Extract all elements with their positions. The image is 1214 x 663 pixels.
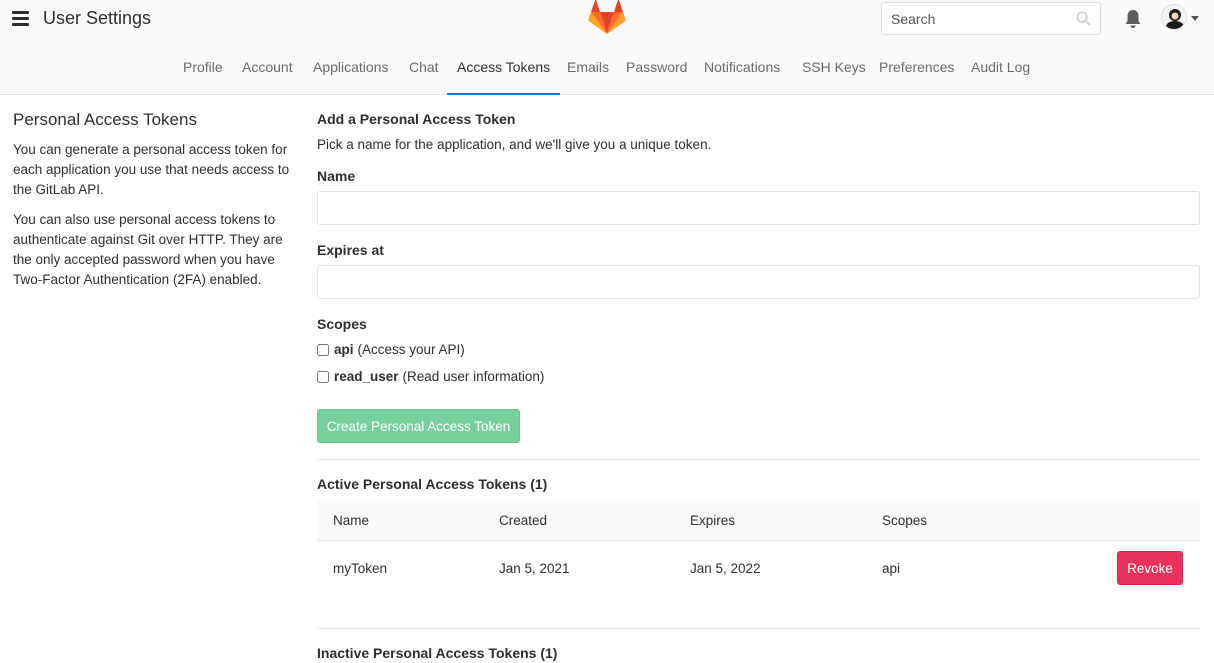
tab-profile[interactable]: Profile <box>183 57 223 95</box>
name-label: Name <box>317 168 356 184</box>
column-header-expires: Expires <box>690 513 736 528</box>
scope-api-name: api <box>334 342 354 357</box>
scopes-label: Scopes <box>317 316 367 332</box>
expires-input[interactable] <box>317 265 1200 299</box>
gitlab-logo-icon[interactable] <box>588 0 626 36</box>
create-token-button[interactable]: Create Personal Access Token <box>317 409 520 443</box>
sidebar-heading: Personal Access Tokens <box>13 110 197 129</box>
sidebar-paragraph-1: You can generate a personal access token… <box>13 142 290 197</box>
divider <box>317 628 1200 629</box>
expires-label: Expires at <box>317 242 384 258</box>
scope-api[interactable]: api (Access your API) <box>317 342 465 357</box>
divider <box>317 459 1200 460</box>
scope-read-user[interactable]: read_user (Read user information) <box>317 369 544 384</box>
tab-ssh-keys[interactable]: SSH Keys <box>802 57 866 95</box>
scope-api-checkbox[interactable] <box>317 343 329 356</box>
search-box[interactable] <box>881 2 1101 35</box>
column-header-name: Name <box>333 513 370 528</box>
column-header-created: Created <box>499 513 548 528</box>
tab-chat[interactable]: Chat <box>409 57 439 95</box>
tab-audit-log[interactable]: Audit Log <box>971 57 1030 95</box>
user-menu-caret-icon[interactable] <box>1191 16 1199 21</box>
user-avatar-icon <box>1162 5 1186 29</box>
active-tokens-table: Name Created Expires Scopes myToken Jan … <box>317 501 1200 597</box>
user-avatar[interactable] <box>1161 4 1187 30</box>
name-input[interactable] <box>317 191 1200 225</box>
token-name: myToken <box>333 561 388 576</box>
form-subtitle: Pick a name for the application, and we'… <box>317 137 712 152</box>
scope-read-user-name: read_user <box>334 369 399 384</box>
tab-account[interactable]: Account <box>242 57 293 95</box>
tab-notifications[interactable]: Notifications <box>704 57 780 95</box>
tab-access-tokens[interactable]: Access Tokens <box>447 57 561 95</box>
sidebar-paragraph-2: You can also use personal access tokens … <box>13 212 283 287</box>
column-header-scopes: Scopes <box>882 513 928 528</box>
sidebar-description: Personal Access Tokens You can generate … <box>13 108 298 300</box>
tab-password[interactable]: Password <box>626 57 687 95</box>
tab-emails[interactable]: Emails <box>567 57 609 95</box>
table-header: Name Created Expires Scopes <box>317 501 1200 541</box>
token-created: Jan 5, 2021 <box>499 561 570 576</box>
tab-preferences[interactable]: Preferences <box>879 57 954 95</box>
form-title: Add a Personal Access Token <box>317 111 516 127</box>
token-scopes: api <box>882 561 901 576</box>
hamburger-menu-icon[interactable] <box>12 11 29 27</box>
tab-applications[interactable]: Applications <box>313 57 389 95</box>
search-input[interactable] <box>882 3 1062 34</box>
scope-read-user-desc: (Read user information) <box>402 369 545 384</box>
search-icon <box>1076 11 1091 26</box>
token-expires: Jan 5, 2022 <box>690 561 761 576</box>
settings-tabs: Profile Account Applications Chat Access… <box>0 57 1214 95</box>
top-header: User Settings Profile Account Applicatio… <box>0 0 1214 95</box>
inactive-tokens-title: Inactive Personal Access Tokens (1) <box>317 645 558 661</box>
active-tokens-title: Active Personal Access Tokens (1) <box>317 476 548 492</box>
table-row: myToken Jan 5, 2021 Jan 5, 2022 api Revo… <box>317 541 1200 597</box>
scope-api-desc: (Access your API) <box>357 342 465 357</box>
scope-read-user-checkbox[interactable] <box>317 370 329 383</box>
page-title: User Settings <box>43 8 152 28</box>
notifications-bell-icon[interactable] <box>1124 9 1142 29</box>
revoke-button[interactable]: Revoke <box>1117 551 1183 585</box>
